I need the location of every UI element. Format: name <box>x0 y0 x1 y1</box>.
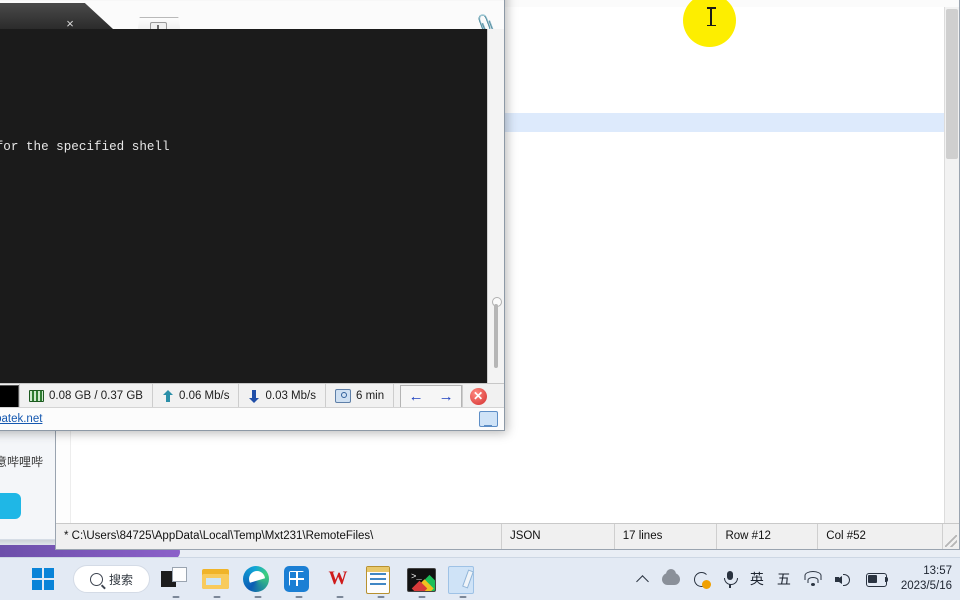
battery-icon[interactable] <box>865 572 888 587</box>
running-indicator <box>172 595 180 598</box>
windows-taskbar: 搜索 W >_ 英 五 13:57 2023/5/16 <box>0 557 960 600</box>
terminal-line: category <box>0 320 482 335</box>
mobaxterm-status-bar: 0.08 GB / 0.37 GB 0.06 Mb/s 0.03 Mb/s 6 … <box>0 383 504 408</box>
wifi-icon[interactable] <box>804 571 822 586</box>
promo-link[interactable]: https://mobaxterm.mobatek.net <box>0 413 42 425</box>
background-dialog[interactable]: 同意哔哩哔 <box>0 430 60 540</box>
show-hidden-icons-chevron-icon[interactable] <box>637 573 649 585</box>
terminal-line: config file <box>0 230 482 245</box>
background-dialog-text: 同意哔哩哔 <box>0 455 44 469</box>
running-indicator <box>295 595 303 598</box>
background-dialog-button[interactable] <box>0 493 21 519</box>
status-memory: 0.08 GB / 0.37 GB <box>19 384 153 408</box>
search-icon <box>90 572 103 586</box>
clock-area[interactable]: 13:57 2023/5/16 <box>901 564 952 594</box>
edge-icon <box>243 566 270 592</box>
search-placeholder: 搜索 <box>109 572 134 587</box>
microsoft-store-button[interactable] <box>284 564 314 598</box>
memory-label: 0.08 GB / 0.37 GB <box>49 390 143 402</box>
ime-language-indicator[interactable]: 英 <box>750 569 764 589</box>
upload-label: 0.06 Mb/s <box>178 390 230 402</box>
terminal-output[interactable]: ate the autocompletion script for the sp… <box>0 29 504 384</box>
status-session-preview <box>0 384 19 408</box>
clock-icon <box>334 389 351 403</box>
close-session-button[interactable]: ✕ <box>462 384 493 408</box>
volume-icon[interactable] <box>834 572 853 587</box>
terminal-text: ate the autocompletion script for the sp… <box>0 35 482 384</box>
text-editor-button[interactable] <box>448 564 478 598</box>
uptime-label: 6 min <box>355 390 385 402</box>
file-explorer-button[interactable] <box>202 564 232 598</box>
start-button[interactable] <box>32 564 62 594</box>
terminal-tab-active[interactable] <box>0 3 113 29</box>
desktop-background: 同意哔哩哔 ush" * C:\Users\84725\AppData\Loca… <box>0 0 960 600</box>
resize-grip-icon[interactable] <box>945 535 957 547</box>
forward-arrow-icon[interactable]: → <box>431 386 461 407</box>
terminal-scroll-thumb[interactable] <box>494 304 498 368</box>
upload-icon <box>162 389 174 403</box>
store-icon <box>284 566 310 592</box>
wps-office-button[interactable]: W <box>325 564 355 598</box>
terminal-line: category <box>0 275 482 290</box>
mobaxterm-button[interactable]: >_ <box>407 564 437 598</box>
download-label: 0.03 Mb/s <box>265 390 316 402</box>
windows-logo-icon <box>32 568 54 590</box>
status-file-path: * C:\Users\84725\AppData\Local\Temp\Mxt2… <box>56 524 502 549</box>
editor-icon <box>448 566 475 594</box>
terminal-line: n category <box>0 365 482 380</box>
status-syntax: JSON <box>502 524 615 549</box>
running-indicator <box>254 595 262 598</box>
ime-mode-indicator[interactable]: 五 <box>777 569 791 589</box>
close-icon: ✕ <box>469 387 487 405</box>
running-indicator <box>377 595 385 598</box>
running-indicator <box>459 595 467 598</box>
running-indicator <box>336 595 344 598</box>
status-upload: 0.06 Mb/s <box>153 384 240 408</box>
notepad-button[interactable] <box>366 564 396 598</box>
mobaxterm-promo-bar: fessional edition here: https://mobaxter… <box>0 407 504 430</box>
sync-icon[interactable] <box>693 571 711 589</box>
mobaxterm-tab-bar[interactable]: × 📎 <box>0 1 504 42</box>
terminal-line: about any command <box>0 185 482 200</box>
download-icon <box>248 389 260 403</box>
running-indicator <box>418 595 426 598</box>
microphone-icon[interactable] <box>723 570 738 588</box>
task-view-button[interactable] <box>161 564 191 598</box>
microsoft-edge-button[interactable] <box>243 564 273 598</box>
editor-vertical-scrollbar[interactable] <box>944 7 959 523</box>
folder-icon <box>202 569 230 591</box>
task-view-icon <box>161 567 188 591</box>
status-download: 0.03 Mb/s <box>239 384 326 408</box>
terminal-scrollbar[interactable] <box>487 29 504 384</box>
mobaxterm-icon: >_ <box>407 568 437 592</box>
editor-status-bar: * C:\Users\84725\AppData\Local\Temp\Mxt2… <box>56 523 959 549</box>
editor-scroll-thumb[interactable] <box>946 9 958 159</box>
search-input[interactable]: 搜索 <box>73 565 151 593</box>
mouse-ibeam-cursor <box>707 6 716 27</box>
notepad-icon <box>366 566 391 594</box>
ram-icon <box>29 390 44 402</box>
terminal-line: ate the autocompletion script for the sp… <box>0 140 170 154</box>
back-arrow-icon[interactable]: ← <box>401 386 431 407</box>
status-line-count: 17 lines <box>615 524 718 549</box>
status-uptime: 6 min <box>326 384 395 408</box>
cloud-icon[interactable] <box>661 569 680 585</box>
running-indicator <box>213 595 221 598</box>
clock-time: 13:57 <box>923 565 952 577</box>
navigation-buttons[interactable]: ← → <box>400 384 463 408</box>
wps-icon: W <box>328 568 348 589</box>
status-row: Row #12 <box>717 524 819 549</box>
monitor-icon[interactable] <box>479 411 498 427</box>
clock-date: 2023/5/16 <box>900 580 952 592</box>
status-col: Col #52 <box>818 524 944 549</box>
mobaxterm-window: × 📎 ate the autocompletion script for th… <box>0 0 505 431</box>
